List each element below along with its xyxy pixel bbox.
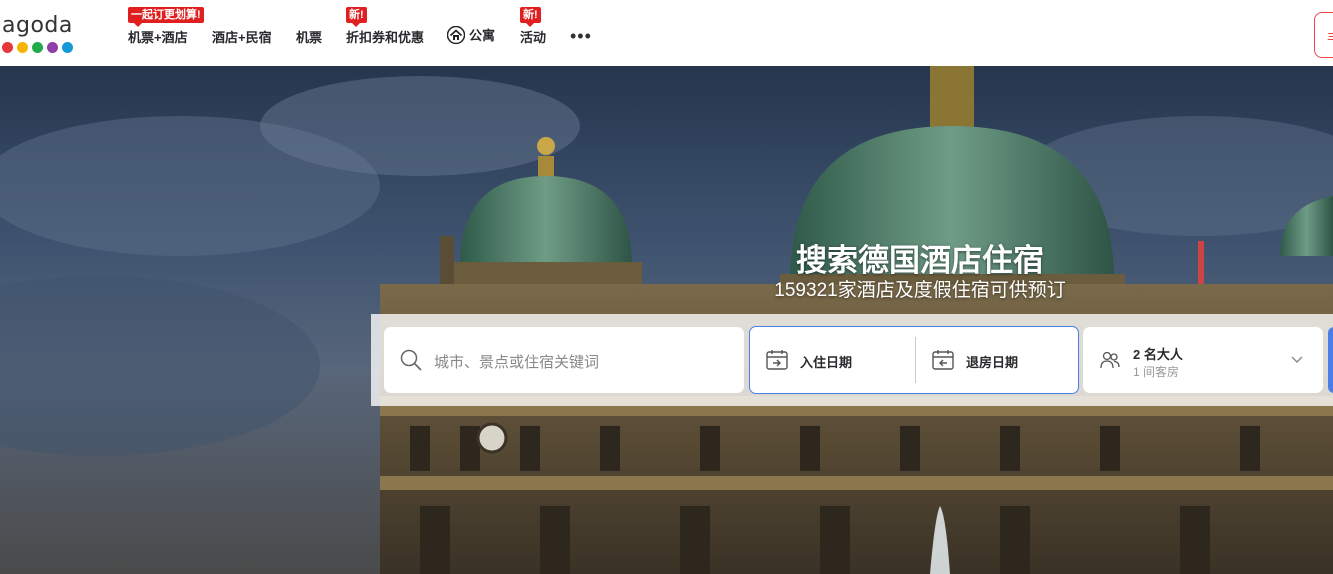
nav-item-flight-hotel[interactable]: 机票+酒店: [128, 27, 188, 46]
chevron-down-icon: [1291, 356, 1303, 363]
guests-rooms: 1 间客房: [1133, 365, 1180, 379]
header-right-button[interactable]: 丰: [1314, 12, 1333, 58]
calendar-checkout-icon: [932, 350, 954, 370]
nav-item-deals[interactable]: 折扣券和优惠: [346, 27, 424, 46]
checkout-label: 退房日期: [966, 355, 1019, 370]
logo-dot: [32, 42, 43, 53]
nav-item-apartments-label: 公寓: [469, 28, 496, 43]
logo-dot: [2, 42, 13, 53]
home-icon: [447, 26, 465, 44]
nav-badge-activities-new: 新!: [520, 7, 541, 27]
hero-banner: 搜索德国酒店住宿 159321家酒店及度假住宿可供预订 城市、景点或住宿关键词 …: [0, 66, 1333, 574]
nav-item-activities[interactable]: 活动: [520, 27, 546, 46]
site-header: agoda 一起订更划算! 机票+酒店 酒店+民宿 机票 新! 折扣券和优惠 公…: [0, 0, 1333, 66]
logo-dots: [2, 42, 82, 53]
guests-field[interactable]: 2 名大人 1 间客房: [1083, 327, 1323, 393]
guests-adults: 2 名大人: [1133, 347, 1183, 362]
search-panel: 城市、景点或住宿关键词 入住日期 退房日期 2 名大人 1 间客房: [371, 314, 1333, 406]
nav-item-apartments[interactable]: 公寓: [447, 25, 495, 44]
logo-dot: [17, 42, 28, 53]
nav-badge-deals-new: 新!: [346, 7, 367, 27]
search-button[interactable]: [1328, 327, 1333, 393]
hero-title: 搜索德国酒店住宿: [796, 243, 1044, 278]
logo-text: agoda: [2, 13, 73, 38]
nav-item-hotels-homes[interactable]: 酒店+民宿: [212, 27, 272, 46]
checkout-field[interactable]: 退房日期: [915, 337, 1079, 383]
nav-badge-bundle: 一起订更划算!: [128, 7, 204, 27]
search-icon: [400, 349, 422, 371]
checkin-field[interactable]: 入住日期: [750, 327, 914, 393]
logo-dot: [47, 42, 58, 53]
more-menu-icon[interactable]: •••: [570, 26, 592, 47]
destination-field[interactable]: 城市、景点或住宿关键词: [384, 327, 744, 393]
nav-item-flights[interactable]: 机票: [296, 27, 322, 46]
checkin-label: 入住日期: [800, 355, 853, 370]
hero-subtitle: 159321家酒店及度假住宿可供预订: [774, 280, 1066, 301]
destination-placeholder: 城市、景点或住宿关键词: [434, 354, 600, 371]
logo-dot: [62, 42, 73, 53]
calendar-checkin-icon: [766, 350, 788, 370]
agoda-logo[interactable]: agoda: [2, 14, 82, 58]
date-range-field[interactable]: 入住日期 退房日期: [749, 326, 1079, 394]
guests-icon: [1100, 351, 1120, 369]
